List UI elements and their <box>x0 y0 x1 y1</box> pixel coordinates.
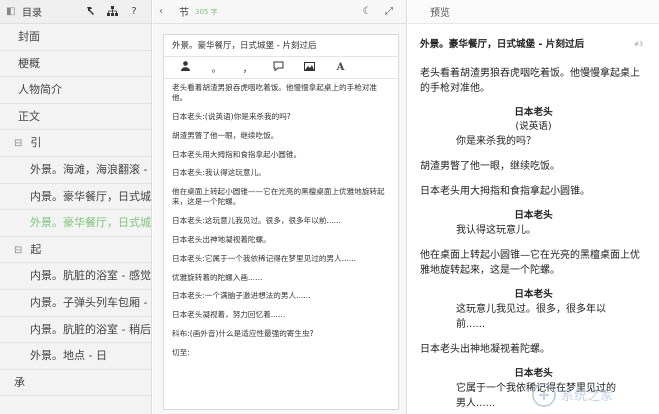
script-line[interactable]: 日本老头凝视着，努力回忆着...... <box>172 310 390 320</box>
chevron-left-icon[interactable]: ‹ <box>159 6 173 17</box>
scene-number: #3 <box>634 41 643 48</box>
outline-item[interactable]: 梗概 <box>0 51 151 78</box>
outline-pane: ◧ 目录 ? 封面 梗概 人物简介 正文 ⊟ 引外景。海滩，海浪翻滚 - 黄内景。豪华餐厅… <box>0 0 152 414</box>
script-line[interactable]: 日本老头:一个满脑子激进想法的男人...... <box>172 291 390 301</box>
watermark-logo: 系统之家 <box>532 383 613 407</box>
preview-character: 日本老头 <box>514 107 553 118</box>
script-line[interactable]: 日本老头出神地凝视着陀螺。 <box>172 235 390 245</box>
script-line[interactable]: 胡渣男瞥了他一眼，继续吃饭。 <box>172 131 390 141</box>
preview-action: 他在桌面上转起小圆锥—它在光亮的黑檀桌面上优雅地旋转起来，这是一个陀螺。 <box>420 250 640 276</box>
outline-label: 承 <box>14 375 25 389</box>
preview-parenthetical: (说英语) <box>515 121 552 132</box>
script-textarea[interactable]: 老头看着胡渣男狼吞虎咽吃着饭。他慢慢拿起桌上的手枪对准他。日本老头:(说英语)你… <box>164 79 398 371</box>
chat-icon[interactable] <box>263 61 294 74</box>
outline-scene[interactable]: 内景。肮脏的浴室 - 稍后 <box>0 317 151 344</box>
outline-label: 内景。子弹头列车包厢 - 之 <box>30 295 151 309</box>
outline-label: 内景。豪华餐厅，日式城堡 <box>30 189 151 203</box>
font-icon[interactable]: A <box>325 62 356 73</box>
outline-scene[interactable]: 外景。地点 - 日 <box>0 343 151 370</box>
outline-label: 封面 <box>18 30 40 43</box>
parenthetical-icon[interactable]: 。 <box>201 60 232 75</box>
preview-scene-heading: 外景。豪华餐厅，日式城堡 - 片刻过后 #3 <box>420 38 647 52</box>
collapse-icon[interactable]: ⊟ <box>14 245 22 256</box>
outline-scene[interactable]: 内景。肮脏的浴室 - 感觉是 <box>0 263 151 290</box>
image-icon[interactable] <box>294 61 325 74</box>
outline-label: 起 <box>30 242 42 256</box>
outline-group[interactable]: ⊟ 引 <box>0 130 151 157</box>
character-icon[interactable] <box>170 61 201 74</box>
script-line[interactable]: 日本老头用大拇指和食指拿起小圆锥。 <box>172 150 390 160</box>
outline-label: 外景。地点 - 日 <box>30 349 107 363</box>
preview-content: 外景。豪华餐厅，日式城堡 - 片刻过后 #3 老头看着胡渣男狼吞虎咽吃着饭。他慢… <box>408 24 659 411</box>
section-label: 节 <box>179 8 189 19</box>
preview-dialogue: 这玩意儿我见过。很多，很多年以前...... <box>456 304 606 330</box>
outline-label: 外景。海滩，海浪翻滚 - 黄 <box>30 162 151 176</box>
editor-box[interactable]: 外景。豪华餐厅，日式城堡 - 片刻过后 。 ， A 老头看着胡渣男狼吞虎咽吃着饭… <box>163 34 399 410</box>
preview-character: 日本老头 <box>514 368 553 379</box>
editor-pane: ‹ 节 305 字 ☾ ⤢ 外景。豪华餐厅，日式城堡 - 片刻过后 。 ， A … <box>153 0 407 414</box>
outline-label: 正文 <box>18 109 40 123</box>
preview-pane: 预览 外景。豪华餐厅，日式城堡 - 片刻过后 #3 老头看着胡渣男狼吞虎咽吃着饭… <box>408 0 659 414</box>
help-icon[interactable]: ? <box>123 6 145 17</box>
outline-scene[interactable]: 内景。子弹头列车包厢 - 之 <box>0 290 151 317</box>
fullscreen-icon[interactable]: ⤢ <box>378 6 400 17</box>
collapse-icon[interactable]: ⊟ <box>14 138 22 149</box>
preview-dialogue: 你是来杀我的吗？ <box>456 136 536 147</box>
outline-scene[interactable]: 外景。海滩，海浪翻滚 - 黄 <box>0 157 151 184</box>
outline-item[interactable]: 封面 <box>0 24 151 51</box>
outline-title: 目录 <box>22 8 42 19</box>
hammer-icon[interactable] <box>79 6 101 18</box>
preview-blocks: 老头看着胡渣男狼吞虎咽吃着饭。他慢慢拿起桌上的手枪对准他。日本老头 (说英语) 你是… <box>420 66 647 411</box>
editor-header: ‹ 节 305 字 ☾ ⤢ <box>153 0 406 24</box>
outline-label: 外景。豪华餐厅，日式城堡 <box>30 216 151 230</box>
preview-action: 日本老头用大拇指和食指拿起小圆锥。 <box>420 186 590 197</box>
script-line[interactable]: 切至: <box>172 348 390 358</box>
format-toolbar: 。 ， A <box>164 57 398 79</box>
script-line[interactable]: 他在桌面上转起小圆锥——它在光亮的黑檀桌面上优雅地旋转起来，这是一个陀螺。 <box>172 187 390 207</box>
night-mode-icon[interactable]: ☾ <box>356 6 378 17</box>
outline-label: 引 <box>30 136 42 150</box>
outline-label: 内景。肮脏的浴室 - 感觉是 <box>30 269 151 283</box>
outline-label: 梗概 <box>18 56 40 70</box>
preview-action: 日本老头出神地凝视着陀螺。 <box>420 344 550 355</box>
preview-dialogue: 我认得这玩意儿。 <box>456 225 536 236</box>
outline-item[interactable]: 人物简介 <box>0 77 151 104</box>
script-line[interactable]: 优雅旋转着的陀螺入画...... <box>172 273 390 283</box>
preview-title: 预览 <box>430 8 450 19</box>
script-line[interactable]: 科布:(画外音)什么是适应性最强的寄生虫? <box>172 329 390 339</box>
watermark-text: 系统之家 <box>561 388 613 404</box>
script-line[interactable]: 日本老头:它属于一个我依稀记得在梦里见过的男人...... <box>172 254 390 264</box>
outline-scene[interactable]: 外景。豪华餐厅，日式城堡 <box>0 210 151 237</box>
outline-group[interactable]: ⊟ 起 <box>0 237 151 264</box>
preview-scene-heading-text: 外景。豪华餐厅，日式城堡 - 片刻过后 <box>420 39 585 50</box>
word-count: 305 字 <box>195 7 218 16</box>
scene-title-input[interactable]: 外景。豪华餐厅，日式城堡 - 片刻过后 <box>164 35 398 57</box>
preview-action: 胡渣男瞥了他一眼，继续吃饭。 <box>420 161 560 172</box>
outline-scene[interactable]: 内景。豪华餐厅，日式城堡 <box>0 184 151 211</box>
preview-action: 老头看着胡渣男狼吞虎咽吃着饭。他慢慢拿起桌上的手枪对准他。 <box>420 68 640 94</box>
outline-group[interactable]: 承 <box>0 370 151 397</box>
preview-character: 日本老头 <box>514 210 553 221</box>
hierarchy-icon[interactable] <box>101 5 123 18</box>
preview-character: 日本老头 <box>514 289 553 300</box>
outline-item[interactable]: 正文 <box>0 104 151 131</box>
script-line[interactable]: 日本老头:我认得这玩意儿。 <box>172 168 390 178</box>
outline-label: 人物简介 <box>18 83 62 97</box>
script-line[interactable]: 日本老头:(说英语)你是来杀我的吗? <box>172 112 390 122</box>
script-line[interactable]: 老头看着胡渣男狼吞虎咽吃着饭。他慢慢拿起桌上的手枪对准他。 <box>172 83 390 103</box>
outline-label: 内景。肮脏的浴室 - 稍后 <box>30 322 151 336</box>
transition-icon[interactable]: ， <box>232 60 263 75</box>
preview-header: 预览 <box>408 0 659 24</box>
outline-header: ◧ 目录 ? <box>0 0 151 24</box>
script-line[interactable]: 日本老头:这玩意儿我见过。很多，很多年以前...... <box>172 216 390 226</box>
outline-list: 封面 梗概 人物简介 正文 ⊟ 引外景。海滩，海浪翻滚 - 黄内景。豪华餐厅，日式城堡 外景… <box>0 24 151 397</box>
pin-icon[interactable]: ◧ <box>6 6 16 17</box>
